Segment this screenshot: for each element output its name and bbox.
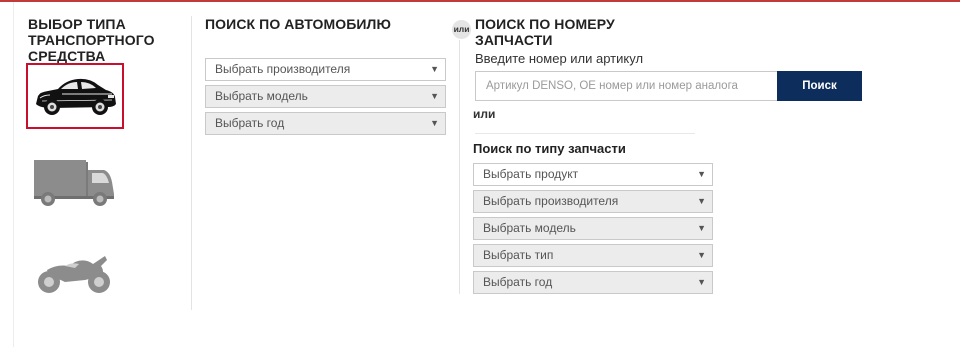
part-model-select[interactable]: Выбрать модель ▼	[473, 217, 713, 240]
chevron-down-icon: ▼	[430, 118, 439, 128]
part-year-select[interactable]: Выбрать год ▼	[473, 271, 713, 294]
part-number-subtext: Введите номер или артикул	[475, 51, 644, 66]
or-text: или	[473, 107, 496, 121]
select-label: Выбрать производителя	[215, 62, 351, 76]
select-label: Выбрать продукт	[483, 167, 579, 181]
motorcycle-icon	[38, 256, 110, 293]
car-search-section: ПОИСК ПО АВТОМОБИЛЮ Выбрать производител…	[205, 16, 450, 139]
top-accent-line	[0, 0, 960, 2]
section-divider	[475, 133, 695, 134]
part-number-heading: ПОИСК ПО НОМЕРУ ЗАПЧАСТИ	[475, 16, 615, 48]
vehicle-type-heading: ВЫБОР ТИПА ТРАНСПОРТНОГО СРЕДСТВА	[28, 16, 155, 64]
column-divider-1	[191, 16, 192, 310]
part-number-section: ПОИСК ПО НОМЕРУ ЗАПЧАСТИ Введите номер и…	[475, 16, 875, 66]
select-label: Выбрать год	[215, 116, 285, 130]
chevron-down-icon: ▼	[697, 277, 706, 287]
car-search-heading: ПОИСК ПО АВТОМОБИЛЮ	[205, 16, 392, 32]
vehicle-tile-motorcycle[interactable]	[26, 241, 124, 307]
part-manufacturer-select[interactable]: Выбрать производителя ▼	[473, 190, 713, 213]
chevron-down-icon: ▼	[697, 169, 706, 179]
select-label: Выбрать год	[483, 275, 553, 289]
chevron-down-icon: ▼	[697, 250, 706, 260]
part-search-row: Поиск	[475, 71, 862, 101]
part-type-heading: Поиск по типу запчасти	[473, 141, 626, 156]
part-number-input[interactable]	[475, 71, 777, 101]
select-label: Выбрать модель	[215, 89, 308, 103]
chevron-down-icon: ▼	[430, 64, 439, 74]
search-button[interactable]: Поиск	[777, 71, 862, 101]
select-label: Выбрать производителя	[483, 194, 619, 208]
truck-icon	[34, 160, 114, 206]
vehicle-tile-truck[interactable]	[26, 149, 124, 215]
car-year-select[interactable]: Выбрать год ▼	[205, 112, 446, 135]
part-type-select[interactable]: Выбрать тип ▼	[473, 244, 713, 267]
chevron-down-icon: ▼	[697, 223, 706, 233]
column-divider-2	[459, 40, 460, 294]
vehicle-tile-car[interactable]	[26, 63, 124, 129]
left-frame-line	[13, 2, 14, 347]
select-label: Выбрать тип	[483, 248, 554, 262]
vehicle-type-section: ВЫБОР ТИПА ТРАНСПОРТНОГО СРЕДСТВА	[28, 16, 188, 64]
part-type-selects: Выбрать продукт ▼ Выбрать производителя …	[473, 163, 713, 298]
select-label: Выбрать модель	[483, 221, 576, 235]
chevron-down-icon: ▼	[430, 91, 439, 101]
car-manufacturer-select[interactable]: Выбрать производителя ▼	[205, 58, 446, 81]
chevron-down-icon: ▼	[697, 196, 706, 206]
car-icon	[36, 78, 116, 115]
product-select[interactable]: Выбрать продукт ▼	[473, 163, 713, 186]
car-model-select[interactable]: Выбрать модель ▼	[205, 85, 446, 108]
or-badge: или	[452, 20, 471, 39]
